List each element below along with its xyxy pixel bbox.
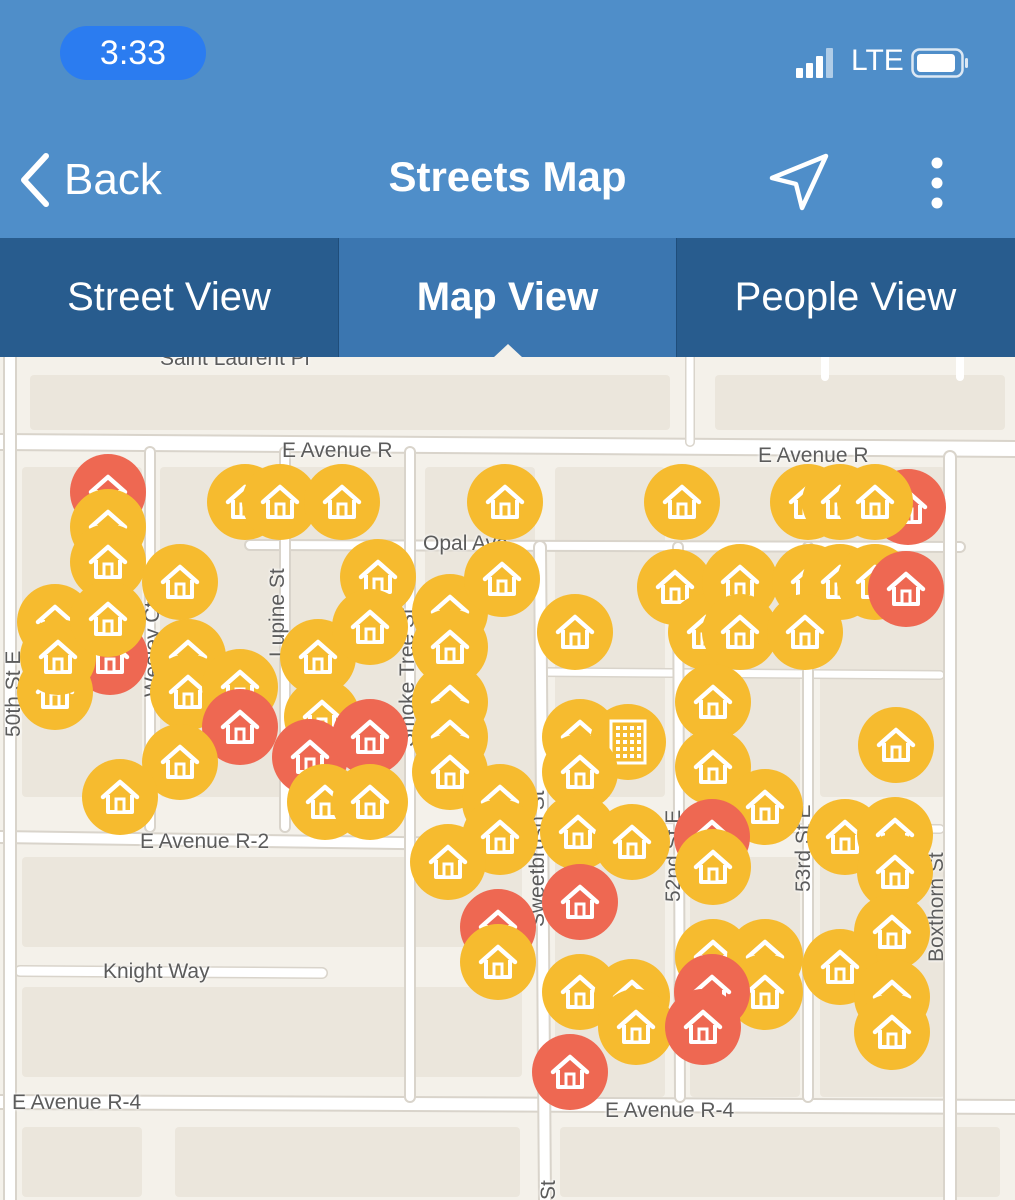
house-icon [871,912,913,952]
house-icon [159,742,201,782]
tab-label: People View [734,275,957,319]
house-marker[interactable] [537,594,613,670]
house-marker[interactable] [542,864,618,940]
house-icon [854,482,896,522]
tab-people-view[interactable]: People View [676,238,1014,357]
location-arrow-button[interactable] [766,150,832,216]
house-icon [99,777,141,817]
tab-label: Street View [67,275,271,319]
location-arrow-icon [769,153,829,211]
house-marker[interactable] [532,1034,608,1110]
house-icon [427,842,469,882]
house-marker[interactable] [304,464,380,540]
house-marker[interactable] [82,759,158,835]
house-marker[interactable] [598,989,674,1065]
signal-bars-icon [796,48,833,78]
house-icon [37,637,79,677]
house-icon [744,787,786,827]
house-marker[interactable] [644,464,720,540]
active-tab-indicator [492,344,523,358]
house-icon [615,1007,657,1047]
house-marker[interactable] [460,924,536,1000]
house-icon [87,599,129,639]
tab-label: Map View [416,275,599,319]
streets-map[interactable]: Saint Laurent Pl E Avenue R E Avenue R O… [0,357,1015,1200]
house-icon [219,707,261,747]
house-icon [611,822,653,862]
back-button[interactable]: Back [18,148,162,212]
house-icon [719,612,761,652]
house-icon [682,1007,724,1047]
house-marker[interactable] [410,824,486,900]
house-icon [885,569,927,609]
house-marker[interactable] [594,804,670,880]
view-tabs: Street View Map View People View [0,238,1015,358]
house-icon [349,607,391,647]
house-icon [484,482,526,522]
status-time: 3:33 [60,26,206,80]
house-icon [429,627,471,667]
house-marker[interactable] [464,541,540,617]
back-label: Back [64,155,162,204]
more-vertical-icon [931,157,943,209]
navigation-bar: Back Streets Map [0,118,1015,238]
tab-map-view[interactable]: Map View [338,238,676,358]
house-icon [349,782,391,822]
house-marker[interactable] [858,707,934,783]
house-icon [481,559,523,599]
house-icon [819,947,861,987]
house-icon [321,482,363,522]
house-icon [874,852,916,892]
house-icon [549,1052,591,1092]
house-icon [559,882,601,922]
house-marker[interactable] [332,589,408,665]
status-bar: 3:33 LTE [0,0,1015,118]
house-marker[interactable] [837,464,913,540]
house-icon [479,817,521,857]
house-marker[interactable] [665,989,741,1065]
house-icon [297,637,339,677]
house-icon [554,612,596,652]
house-icon [159,562,201,602]
house-icon [875,725,917,765]
battery-icon [911,48,969,78]
house-icon [692,682,734,722]
map-markers [0,357,1015,1200]
house-icon [692,847,734,887]
house-marker[interactable] [467,464,543,540]
house-icon [784,612,826,652]
house-icon [87,542,129,582]
house-icon [692,747,734,787]
house-icon [559,752,601,792]
house-icon [259,482,301,522]
house-marker[interactable] [767,594,843,670]
house-marker[interactable] [332,764,408,840]
house-marker[interactable] [868,551,944,627]
house-icon [557,812,599,852]
house-icon [744,972,786,1012]
house-marker[interactable] [70,581,146,657]
house-icon [661,482,703,522]
tab-street-view[interactable]: Street View [0,238,338,357]
house-marker[interactable] [854,994,930,1070]
house-marker[interactable] [142,544,218,620]
house-icon [477,942,519,982]
network-type: LTE [851,44,904,77]
chevron-left-icon [21,153,49,207]
more-options-button[interactable] [914,150,960,216]
house-icon [871,1012,913,1052]
house-marker[interactable] [675,829,751,905]
house-icon [349,717,391,757]
